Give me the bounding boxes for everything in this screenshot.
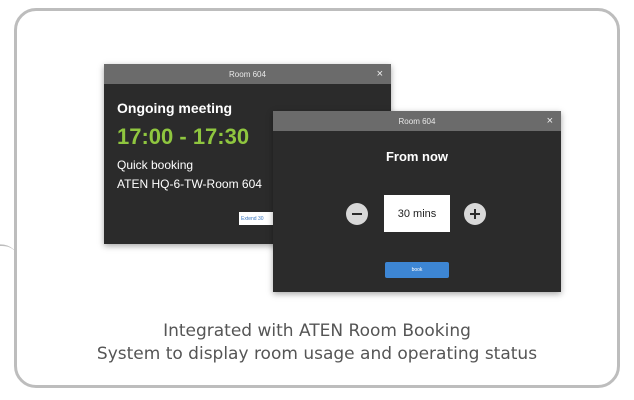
close-icon[interactable]: × [377,67,383,81]
duration-field[interactable]: 30 mins [384,195,450,232]
increase-duration-button[interactable] [464,203,486,225]
booking-heading: From now [385,149,449,164]
panel-titlebar: Room 604 × [104,64,391,84]
booking-type: Quick booking [117,158,194,172]
minus-icon [352,213,362,215]
caption-line-1: Integrated with ATEN Room Booking [163,321,471,341]
panel-titlebar: Room 604 × [273,111,561,131]
plus-icon [470,209,480,219]
caption-line-2: System to display room usage and operati… [96,344,538,364]
close-icon[interactable]: × [547,114,553,128]
panel-title: Room 604 [229,69,266,79]
panel-title: Room 604 [398,116,436,126]
quick-booking-panel: Room 604 × From now 30 mins book [273,111,561,292]
room-name: ATEN HQ-6-TW-Room 604 [117,177,262,191]
book-button[interactable]: book [385,262,449,278]
meeting-time-range: 17:00 - 17:30 [117,124,250,149]
decrease-duration-button[interactable] [346,203,368,225]
meeting-status: Ongoing meeting [117,100,233,116]
